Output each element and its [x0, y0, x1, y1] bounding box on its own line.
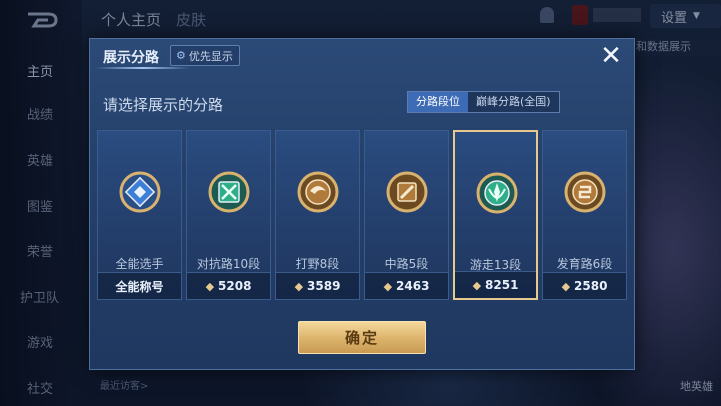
card-value: 5208 — [218, 279, 252, 293]
card-value: 2580 — [574, 279, 608, 293]
clash-lane-badge-icon — [208, 171, 250, 213]
card-value: 8251 — [485, 278, 519, 292]
tab-lane-rank[interactable]: 分路段位 — [408, 92, 468, 112]
priority-display-button[interactable]: ⚙ 优先显示 — [170, 45, 240, 66]
card-footer: ◆ 8251 — [455, 271, 536, 298]
tab-peak-lane[interactable]: 巅峰分路(全国) — [468, 92, 559, 112]
card-name: 中路5段 — [384, 257, 429, 271]
lane-card-mid[interactable]: 中路5段 ◆ 2463 — [364, 130, 449, 300]
card-value: 2463 — [396, 279, 430, 293]
card-name: 对抗路10段 — [196, 257, 261, 271]
gem-icon: ◆ — [472, 278, 482, 292]
mid-lane-badge-icon — [386, 171, 428, 213]
confirm-button[interactable]: 确定 — [298, 321, 426, 354]
lane-card-clash[interactable]: 对抗路10段 ◆ 5208 — [186, 130, 271, 300]
select-prompt: 请选择展示的分路 — [103, 96, 224, 114]
lane-card-farm[interactable]: 发育路6段 ◆ 2580 — [542, 130, 627, 300]
display-lane-dialog: 展示分路 ⚙ 优先显示 ✕ 请选择展示的分路 分路段位 巅峰分路(全国) 全能选… — [89, 38, 635, 370]
roam-badge-icon — [476, 172, 518, 214]
card-footer: ◆ 5208 — [187, 272, 270, 299]
gem-icon: ◆ — [205, 279, 215, 293]
title-underline — [95, 67, 190, 69]
all-round-badge-icon — [119, 171, 161, 213]
card-value: 3589 — [307, 279, 341, 293]
farm-lane-badge-icon — [564, 171, 606, 213]
gem-icon: ◆ — [383, 279, 393, 293]
card-name: 发育路6段 — [556, 257, 613, 271]
lane-type-toggle: 分路段位 巅峰分路(全国) — [407, 91, 560, 113]
gear-icon: ⚙ — [176, 49, 186, 62]
card-value: 全能称号 — [115, 279, 164, 294]
gem-icon: ◆ — [561, 279, 571, 293]
card-footer: ◆ 2463 — [365, 272, 448, 299]
lane-card-all-round[interactable]: 全能选手 全能称号 — [97, 130, 182, 300]
jungle-badge-icon — [297, 171, 339, 213]
lane-card-roam[interactable]: 游走13段 ◆ 8251 — [453, 130, 538, 300]
card-footer: 全能称号 — [98, 272, 181, 299]
dialog-title: 展示分路 — [103, 50, 159, 66]
card-name: 全能选手 — [115, 257, 164, 271]
gem-icon: ◆ — [294, 279, 304, 293]
lane-card-jungle[interactable]: 打野8段 ◆ 3589 — [275, 130, 360, 300]
priority-label: 优先显示 — [188, 49, 233, 63]
card-footer: ◆ 3589 — [276, 272, 359, 299]
close-icon[interactable]: ✕ — [597, 43, 625, 71]
card-footer: ◆ 2580 — [543, 272, 626, 299]
card-name: 打野8段 — [295, 257, 340, 271]
